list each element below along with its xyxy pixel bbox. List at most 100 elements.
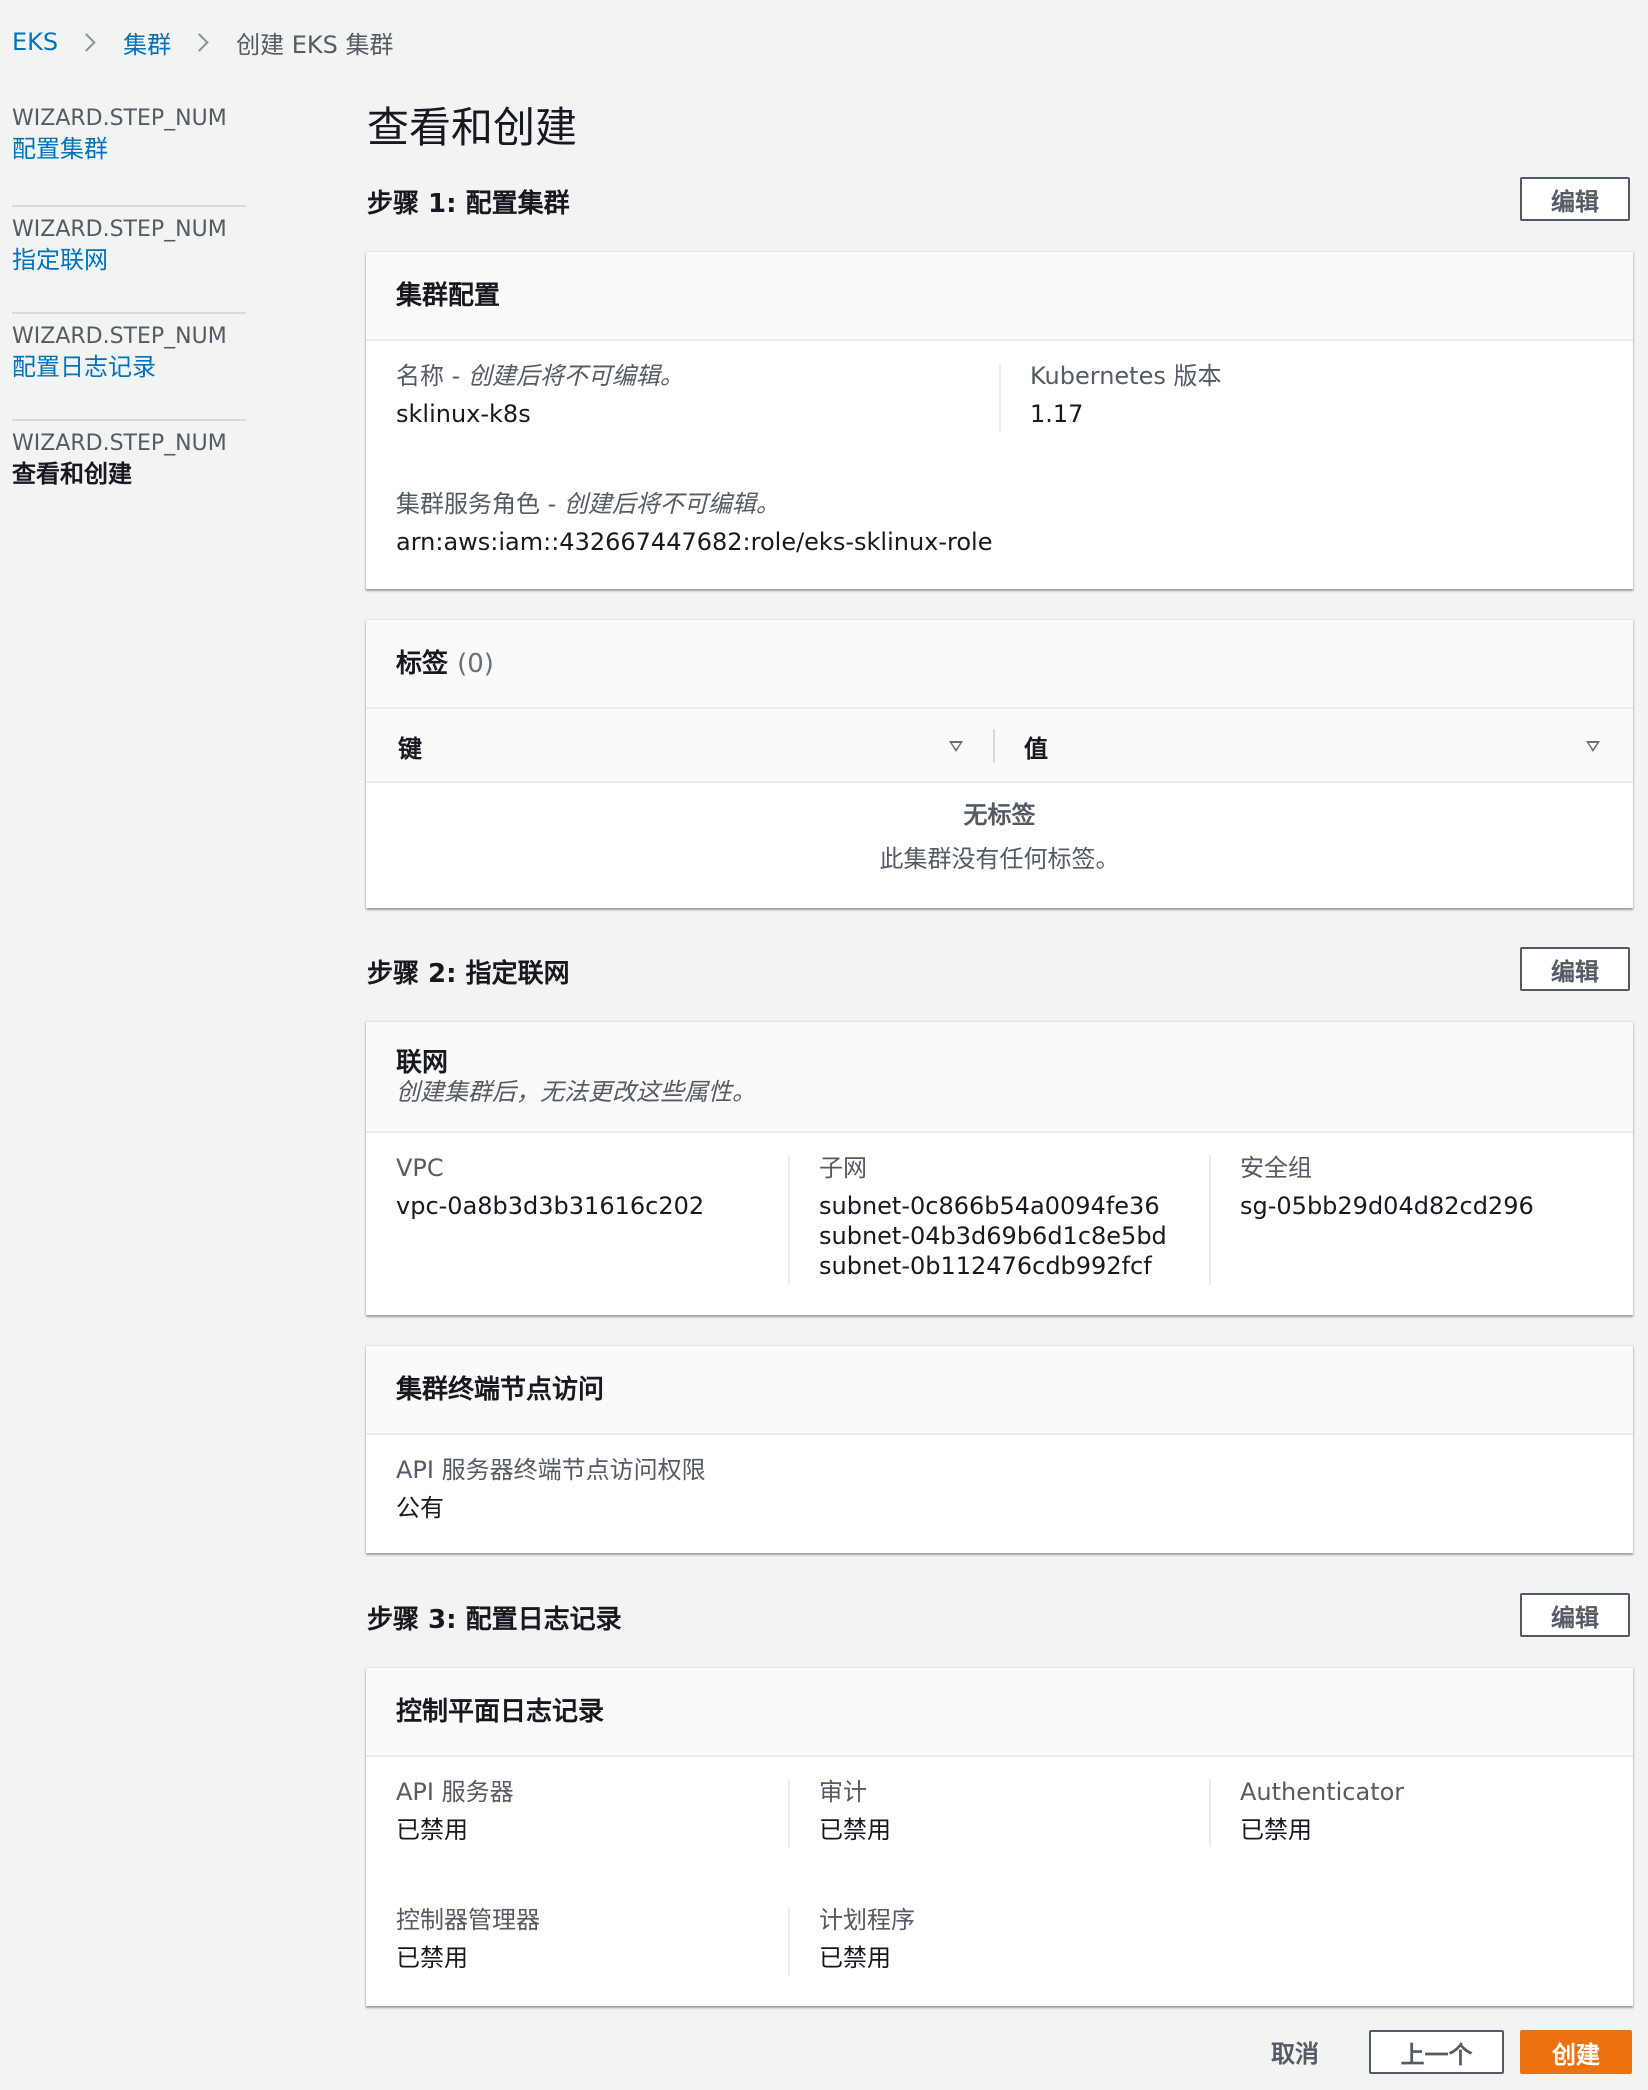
log-api-server: API 服务器 已禁用 [396,1777,514,1845]
card-header: 集群终端节点访问 [366,1346,1633,1435]
breadcrumb-eks-link[interactable]: EKS [12,28,58,56]
page-title: 查看和创建 [367,103,578,152]
chevron-right-icon [190,32,209,52]
step-number: WIZARD.STEP_NUM [12,217,227,242]
breadcrumb: EKS 集群 创建 EKS 集群 [12,24,394,60]
cancel-button[interactable]: 取消 [1250,2029,1340,2073]
endpoint-access-value: 公有 [396,1494,444,1522]
step3-edit-button[interactable]: 编辑 [1520,1593,1630,1637]
name-label: 名称 - 创建后将不可编辑。 [396,361,684,391]
version-field: Kubernetes 版本 1.17 [1030,361,1221,429]
column-divider [788,1779,790,1847]
step-link-logging[interactable]: 配置日志记录 [12,352,246,382]
tags-table-header: 键 值 [366,709,1633,783]
breadcrumb-current: 创建 EKS 集群 [236,30,394,59]
card-title: 集群终端节点访问 [396,1374,605,1405]
log-type-label: 控制器管理器 [396,1906,540,1934]
sort-caret-down-icon[interactable] [1586,741,1600,752]
tags-count: (0) [457,648,494,679]
step-current-review: 查看和创建 [12,460,132,488]
sort-caret-down-icon[interactable] [949,741,963,752]
create-button[interactable]: 创建 [1520,2030,1632,2074]
role-value: arn:aws:iam::432667447682:role/eks-sklin… [396,528,993,556]
networking-card: 联网 创建集群后，无法更改这些属性。 VPC vpc-0a8b3d3b31616… [366,1022,1633,1315]
role-label: 集群服务角色 - 创建后将不可编辑。 [396,489,992,519]
empty-state-description: 此集群没有任何标签。 [879,845,1120,873]
card-title: 标签 (0) [396,649,1603,679]
vpc-label: VPC [396,1154,444,1182]
subnet-value: subnet-0b112476cdb992fcf [819,1252,1152,1280]
vpc-field: VPC vpc-0a8b3d3b31616c202 [396,1153,704,1221]
endpoint-access-field: API 服务器终端节点访问权限 公有 [396,1455,706,1523]
subnet-value: subnet-04b3d69b6d1c8e5bd [819,1222,1167,1250]
step1-heading: 步骤 1: 配置集群 [367,189,570,219]
security-group-field: 安全组 sg-05bb29d04d82cd296 [1240,1153,1534,1221]
card-description: 创建集群后，无法更改这些属性。 [396,1077,756,1106]
column-divider [788,1155,790,1285]
step-link-networking[interactable]: 指定联网 [12,245,246,275]
subnet-value: subnet-0c866b54a0094fe36 [819,1192,1160,1220]
endpoint-access-label: API 服务器终端节点访问权限 [396,1456,706,1484]
step-link-configure-cluster[interactable]: 配置集群 [12,134,246,164]
name-label-text: 名称 - [396,362,468,390]
previous-button[interactable]: 上一个 [1369,2030,1504,2074]
column-divider [993,729,995,763]
wizard-step-4: WIZARD.STEP_NUM 查看和创建 [12,421,246,528]
wizard-step-3: WIZARD.STEP_NUM 配置日志记录 [12,314,246,421]
log-status-value: 已禁用 [1240,1816,1312,1844]
card-header: 联网 创建集群后，无法更改这些属性。 [366,1022,1633,1133]
card-header: 控制平面日志记录 [366,1668,1633,1757]
log-type-label: Authenticator [1240,1778,1405,1806]
name-field: 名称 - 创建后将不可编辑。 sklinux-k8s [396,361,684,429]
step1-edit-button[interactable]: 编辑 [1520,177,1630,221]
tags-card: 标签 (0) 键 值 无标签 此集群没有任何标签。 [366,620,1633,908]
step-number: WIZARD.STEP_NUM [12,106,227,131]
column-divider [1209,1779,1211,1847]
column-divider [1209,1155,1211,1285]
empty-state-title: 无标签 [963,801,1036,829]
step3-heading: 步骤 3: 配置日志记录 [367,1605,622,1635]
step-number: WIZARD.STEP_NUM [12,431,227,456]
version-label: Kubernetes 版本 [1030,362,1222,390]
card-title: 联网 [396,1047,449,1078]
wizard-step-1: WIZARD.STEP_NUM 配置集群 [12,100,246,207]
log-scheduler: 计划程序 已禁用 [819,1905,915,1973]
tags-title: 标签 [396,648,449,679]
version-value: 1.17 [1030,400,1084,428]
vpc-value: vpc-0a8b3d3b31616c202 [396,1192,705,1220]
card-header: 集群配置 [366,252,1633,341]
log-type-label: API 服务器 [396,1778,514,1806]
log-status-value: 已禁用 [396,1944,468,1972]
log-type-label: 审计 [819,1778,867,1806]
subnet-field: 子网 subnet-0c866b54a0094fe36 subnet-04b3d… [819,1153,1167,1281]
role-label-note: 创建后将不可编辑。 [563,490,780,518]
step-number: WIZARD.STEP_NUM [12,324,227,349]
security-group-label: 安全组 [1240,1154,1312,1182]
wizard-side-nav: WIZARD.STEP_NUM 配置集群 WIZARD.STEP_NUM 指定联… [12,100,246,528]
card-title: 集群配置 [396,280,501,311]
subnet-label: 子网 [819,1154,867,1182]
name-value: sklinux-k8s [396,400,531,428]
role-field: 集群服务角色 - 创建后将不可编辑。 arn:aws:iam::43266744… [396,489,992,557]
log-type-label: 计划程序 [819,1906,915,1934]
column-divider [999,363,1001,431]
wizard-step-2: WIZARD.STEP_NUM 指定联网 [12,207,246,314]
column-header-value[interactable]: 值 [1024,709,1048,783]
log-status-value: 已禁用 [819,1816,891,1844]
card-header: 标签 (0) [366,620,1633,709]
log-status-value: 已禁用 [396,1816,468,1844]
security-group-value: sg-05bb29d04d82cd296 [1240,1192,1534,1220]
chevron-right-icon [77,32,96,52]
role-label-text: 集群服务角色 - [396,490,564,518]
step2-heading: 步骤 2: 指定联网 [367,959,570,989]
cluster-config-card: 集群配置 名称 - 创建后将不可编辑。 sklinux-k8s Kubernet… [366,252,1633,589]
endpoint-access-card: 集群终端节点访问 API 服务器终端节点访问权限 公有 [366,1346,1633,1553]
breadcrumb-clusters-link[interactable]: 集群 [123,25,171,60]
log-controller-manager: 控制器管理器 已禁用 [396,1905,540,1973]
column-divider [788,1907,790,1975]
card-title: 控制平面日志记录 [396,1696,605,1727]
name-label-note: 创建后将不可编辑。 [467,362,684,390]
step2-edit-button[interactable]: 编辑 [1520,947,1630,991]
column-header-key[interactable]: 键 [398,709,422,783]
log-status-value: 已禁用 [819,1944,891,1972]
